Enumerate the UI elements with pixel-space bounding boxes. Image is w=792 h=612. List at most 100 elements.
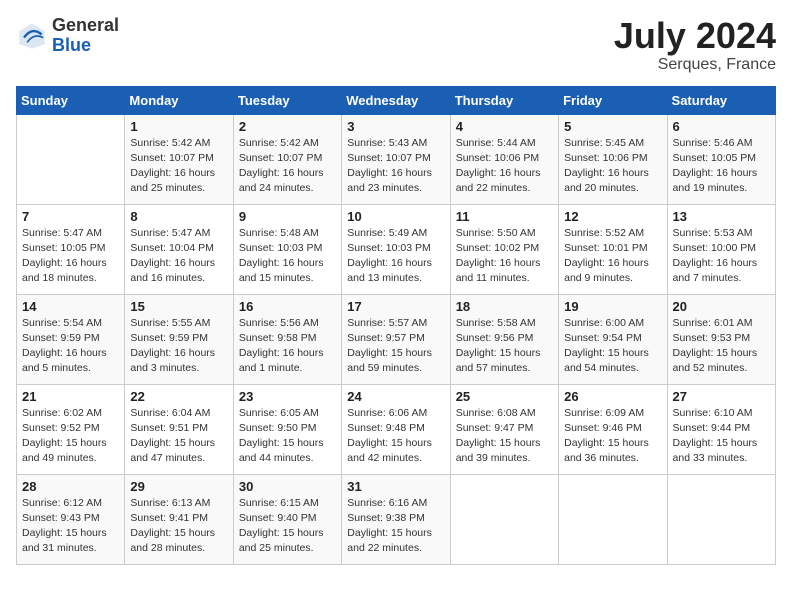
calendar-cell: 21 Sunrise: 6:02 AM Sunset: 9:52 PM Dayli… — [17, 384, 125, 474]
day-number: 13 — [673, 209, 770, 224]
day-number: 3 — [347, 119, 444, 134]
day-info: Sunrise: 5:49 AM Sunset: 10:03 PM Daylig… — [347, 226, 444, 287]
day-number: 25 — [456, 389, 553, 404]
calendar-cell: 13 Sunrise: 5:53 AM Sunset: 10:00 PM Dayl… — [667, 204, 775, 294]
logo-general: General — [52, 16, 119, 36]
title-block: July 2024 Serques, France — [614, 16, 776, 74]
day-info: Sunrise: 6:12 AM Sunset: 9:43 PM Dayligh… — [22, 496, 119, 557]
day-info: Sunrise: 6:16 AM Sunset: 9:38 PM Dayligh… — [347, 496, 444, 557]
calendar-cell: 23Sunrise: 6:05 AM Sunset: 9:50 PM Dayli… — [233, 384, 341, 474]
day-info: Sunrise: 5:53 AM Sunset: 10:00 PM Daylig… — [673, 226, 770, 287]
day-number: 31 — [347, 479, 444, 494]
month-year-title: July 2024 — [614, 16, 776, 56]
day-info: Sunrise: 6:13 AM Sunset: 9:41 PM Dayligh… — [130, 496, 227, 557]
day-number: 18 — [456, 299, 553, 314]
day-number: 14 — [22, 299, 119, 314]
calendar-cell: 7Sunrise: 5:47 AM Sunset: 10:05 PM Dayli… — [17, 204, 125, 294]
day-info: Sunrise: 5:47 AM Sunset: 10:05 PM Daylig… — [22, 226, 119, 287]
day-info: Sunrise: 6:06 AM Sunset: 9:48 PM Dayligh… — [347, 406, 444, 467]
day-info: Sunrise: 5:52 AM Sunset: 10:01 PM Daylig… — [564, 226, 661, 287]
calendar-cell: 14 Sunrise: 5:54 AM Sunset: 9:59 PM Dayli… — [17, 294, 125, 384]
day-number: 27 — [673, 389, 770, 404]
header-cell-tuesday: Tuesday — [233, 86, 341, 114]
calendar-cell: 30Sunrise: 6:15 AM Sunset: 9:40 PM Dayli… — [233, 474, 341, 564]
calendar-cell — [450, 474, 558, 564]
day-info: Sunrise: 5:57 AM Sunset: 9:57 PM Dayligh… — [347, 316, 444, 377]
calendar-cell: 26 Sunrise: 6:09 AM Sunset: 9:46 PM Dayli… — [559, 384, 667, 474]
day-number: 21 — [22, 389, 119, 404]
calendar-cell: 10Sunrise: 5:49 AM Sunset: 10:03 PM Dayl… — [342, 204, 450, 294]
calendar-cell: 5 Sunrise: 5:45 AM Sunset: 10:06 PM Dayli… — [559, 114, 667, 204]
day-info: Sunrise: 6:04 AM Sunset: 9:51 PM Dayligh… — [130, 406, 227, 467]
day-number: 24 — [347, 389, 444, 404]
day-info: Sunrise: 6:08 AM Sunset: 9:47 PM Dayligh… — [456, 406, 553, 467]
day-number: 20 — [673, 299, 770, 314]
calendar-body: 1 Sunrise: 5:42 AM Sunset: 10:07 PM Dayli… — [17, 114, 776, 564]
day-info: Sunrise: 5:58 AM Sunset: 9:56 PM Dayligh… — [456, 316, 553, 377]
calendar-cell: 1 Sunrise: 5:42 AM Sunset: 10:07 PM Dayli… — [125, 114, 233, 204]
header-cell-monday: Monday — [125, 86, 233, 114]
day-info: Sunrise: 5:44 AM Sunset: 10:06 PM Daylig… — [456, 136, 553, 197]
day-info: Sunrise: 6:01 AM Sunset: 9:53 PM Dayligh… — [673, 316, 770, 377]
calendar-cell — [559, 474, 667, 564]
day-info: Sunrise: 5:46 AM Sunset: 10:05 PM Daylig… — [673, 136, 770, 197]
calendar-cell — [667, 474, 775, 564]
day-number: 30 — [239, 479, 336, 494]
calendar-cell: 8 Sunrise: 5:47 AM Sunset: 10:04 PM Dayli… — [125, 204, 233, 294]
calendar-cell: 22 Sunrise: 6:04 AM Sunset: 9:51 PM Dayli… — [125, 384, 233, 474]
calendar-cell: 4 Sunrise: 5:44 AM Sunset: 10:06 PM Dayli… — [450, 114, 558, 204]
logo-icon — [16, 20, 48, 52]
page-header: General Blue July 2024 Serques, France — [16, 16, 776, 74]
calendar-cell: 29Sunrise: 6:13 AM Sunset: 9:41 PM Dayli… — [125, 474, 233, 564]
day-info: Sunrise: 6:02 AM Sunset: 9:52 PM Dayligh… — [22, 406, 119, 467]
day-number: 4 — [456, 119, 553, 134]
calendar-cell: 28 Sunrise: 6:12 AM Sunset: 9:43 PM Dayli… — [17, 474, 125, 564]
calendar-table: SundayMondayTuesdayWednesdayThursdayFrid… — [16, 86, 776, 565]
day-number: 8 — [130, 209, 227, 224]
day-info: Sunrise: 5:48 AM Sunset: 10:03 PM Daylig… — [239, 226, 336, 287]
day-number: 9 — [239, 209, 336, 224]
logo-blue: Blue — [52, 36, 119, 56]
day-info: Sunrise: 6:05 AM Sunset: 9:50 PM Dayligh… — [239, 406, 336, 467]
calendar-week-row: 1 Sunrise: 5:42 AM Sunset: 10:07 PM Dayli… — [17, 114, 776, 204]
calendar-week-row: 14 Sunrise: 5:54 AM Sunset: 9:59 PM Dayli… — [17, 294, 776, 384]
calendar-week-row: 21 Sunrise: 6:02 AM Sunset: 9:52 PM Dayli… — [17, 384, 776, 474]
calendar-week-row: 28 Sunrise: 6:12 AM Sunset: 9:43 PM Dayli… — [17, 474, 776, 564]
header-cell-friday: Friday — [559, 86, 667, 114]
day-info: Sunrise: 6:00 AM Sunset: 9:54 PM Dayligh… — [564, 316, 661, 377]
day-info: Sunrise: 5:50 AM Sunset: 10:02 PM Daylig… — [456, 226, 553, 287]
day-number: 5 — [564, 119, 661, 134]
calendar-cell: 6 Sunrise: 5:46 AM Sunset: 10:05 PM Dayli… — [667, 114, 775, 204]
day-info: Sunrise: 5:42 AM Sunset: 10:07 PM Daylig… — [130, 136, 227, 197]
calendar-cell: 2Sunrise: 5:42 AM Sunset: 10:07 PM Dayli… — [233, 114, 341, 204]
calendar-cell: 24 Sunrise: 6:06 AM Sunset: 9:48 PM Dayli… — [342, 384, 450, 474]
day-info: Sunrise: 5:42 AM Sunset: 10:07 PM Daylig… — [239, 136, 336, 197]
day-info: Sunrise: 6:10 AM Sunset: 9:44 PM Dayligh… — [673, 406, 770, 467]
calendar-cell: 12Sunrise: 5:52 AM Sunset: 10:01 PM Dayl… — [559, 204, 667, 294]
location-subtitle: Serques, France — [614, 56, 776, 74]
calendar-cell: 17 Sunrise: 5:57 AM Sunset: 9:57 PM Dayli… — [342, 294, 450, 384]
day-info: Sunrise: 5:45 AM Sunset: 10:06 PM Daylig… — [564, 136, 661, 197]
logo-text: General Blue — [52, 16, 119, 56]
day-number: 28 — [22, 479, 119, 494]
calendar-cell: 19Sunrise: 6:00 AM Sunset: 9:54 PM Dayli… — [559, 294, 667, 384]
calendar-cell: 25 Sunrise: 6:08 AM Sunset: 9:47 PM Dayli… — [450, 384, 558, 474]
header-cell-wednesday: Wednesday — [342, 86, 450, 114]
day-info: Sunrise: 5:54 AM Sunset: 9:59 PM Dayligh… — [22, 316, 119, 377]
calendar-cell: 11Sunrise: 5:50 AM Sunset: 10:02 PM Dayl… — [450, 204, 558, 294]
header-cell-sunday: Sunday — [17, 86, 125, 114]
calendar-cell: 15Sunrise: 5:55 AM Sunset: 9:59 PM Dayli… — [125, 294, 233, 384]
header-cell-saturday: Saturday — [667, 86, 775, 114]
day-number: 6 — [673, 119, 770, 134]
day-number: 1 — [130, 119, 227, 134]
day-number: 22 — [130, 389, 227, 404]
day-info: Sunrise: 5:47 AM Sunset: 10:04 PM Daylig… — [130, 226, 227, 287]
calendar-cell: 31 Sunrise: 6:16 AM Sunset: 9:38 PM Dayli… — [342, 474, 450, 564]
day-info: Sunrise: 5:55 AM Sunset: 9:59 PM Dayligh… — [130, 316, 227, 377]
day-number: 26 — [564, 389, 661, 404]
day-info: Sunrise: 6:09 AM Sunset: 9:46 PM Dayligh… — [564, 406, 661, 467]
day-number: 17 — [347, 299, 444, 314]
calendar-header-row: SundayMondayTuesdayWednesdayThursdayFrid… — [17, 86, 776, 114]
calendar-cell: 3Sunrise: 5:43 AM Sunset: 10:07 PM Dayli… — [342, 114, 450, 204]
calendar-cell: 18 Sunrise: 5:58 AM Sunset: 9:56 PM Dayli… — [450, 294, 558, 384]
